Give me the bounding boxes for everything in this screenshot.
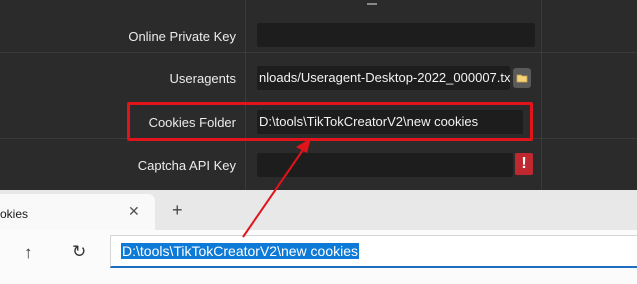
close-icon[interactable]: ✕ [128,203,140,220]
new-tab-button[interactable]: + [172,200,183,221]
cookies-folder-highlight [127,102,533,141]
captcha-api-key-label: Captcha API Key [137,158,236,173]
online-private-key-label: Online Private Key [128,29,236,44]
top-partial-chevron [367,0,377,5]
up-arrow-icon[interactable]: ↑ [24,243,33,263]
online-private-key-input[interactable] [257,23,535,47]
row-divider [0,52,637,53]
browse-useragents-button[interactable] [513,68,531,88]
useragents-input[interactable]: nloads/Useragent-Desktop-2022_000007.txt [257,66,510,90]
file-explorer-window: okies ✕ + ↑ ↻ D:\tools\TikTokCreatorV2\n… [0,190,637,284]
tab-label: okies [0,207,29,221]
useragents-label: Useragents [169,71,236,86]
settings-panel: Online Private Key Useragents nloads/Use… [0,0,637,190]
address-bar[interactable]: D:\tools\TikTokCreatorV2\new cookies [110,235,637,268]
column-divider [541,0,542,190]
tab-cookies[interactable]: okies ✕ [0,194,155,230]
navigation-toolbar: ↑ ↻ D:\tools\TikTokCreatorV2\new cookies [0,230,637,284]
folder-icon [516,74,528,83]
address-bar-text: D:\tools\TikTokCreatorV2\new cookies [121,243,360,259]
captcha-api-key-input[interactable] [257,153,513,177]
refresh-icon[interactable]: ↻ [72,242,86,262]
tab-strip: okies ✕ + [0,190,637,230]
captcha-warning-icon[interactable]: ! [515,153,533,175]
column-divider [245,0,246,190]
